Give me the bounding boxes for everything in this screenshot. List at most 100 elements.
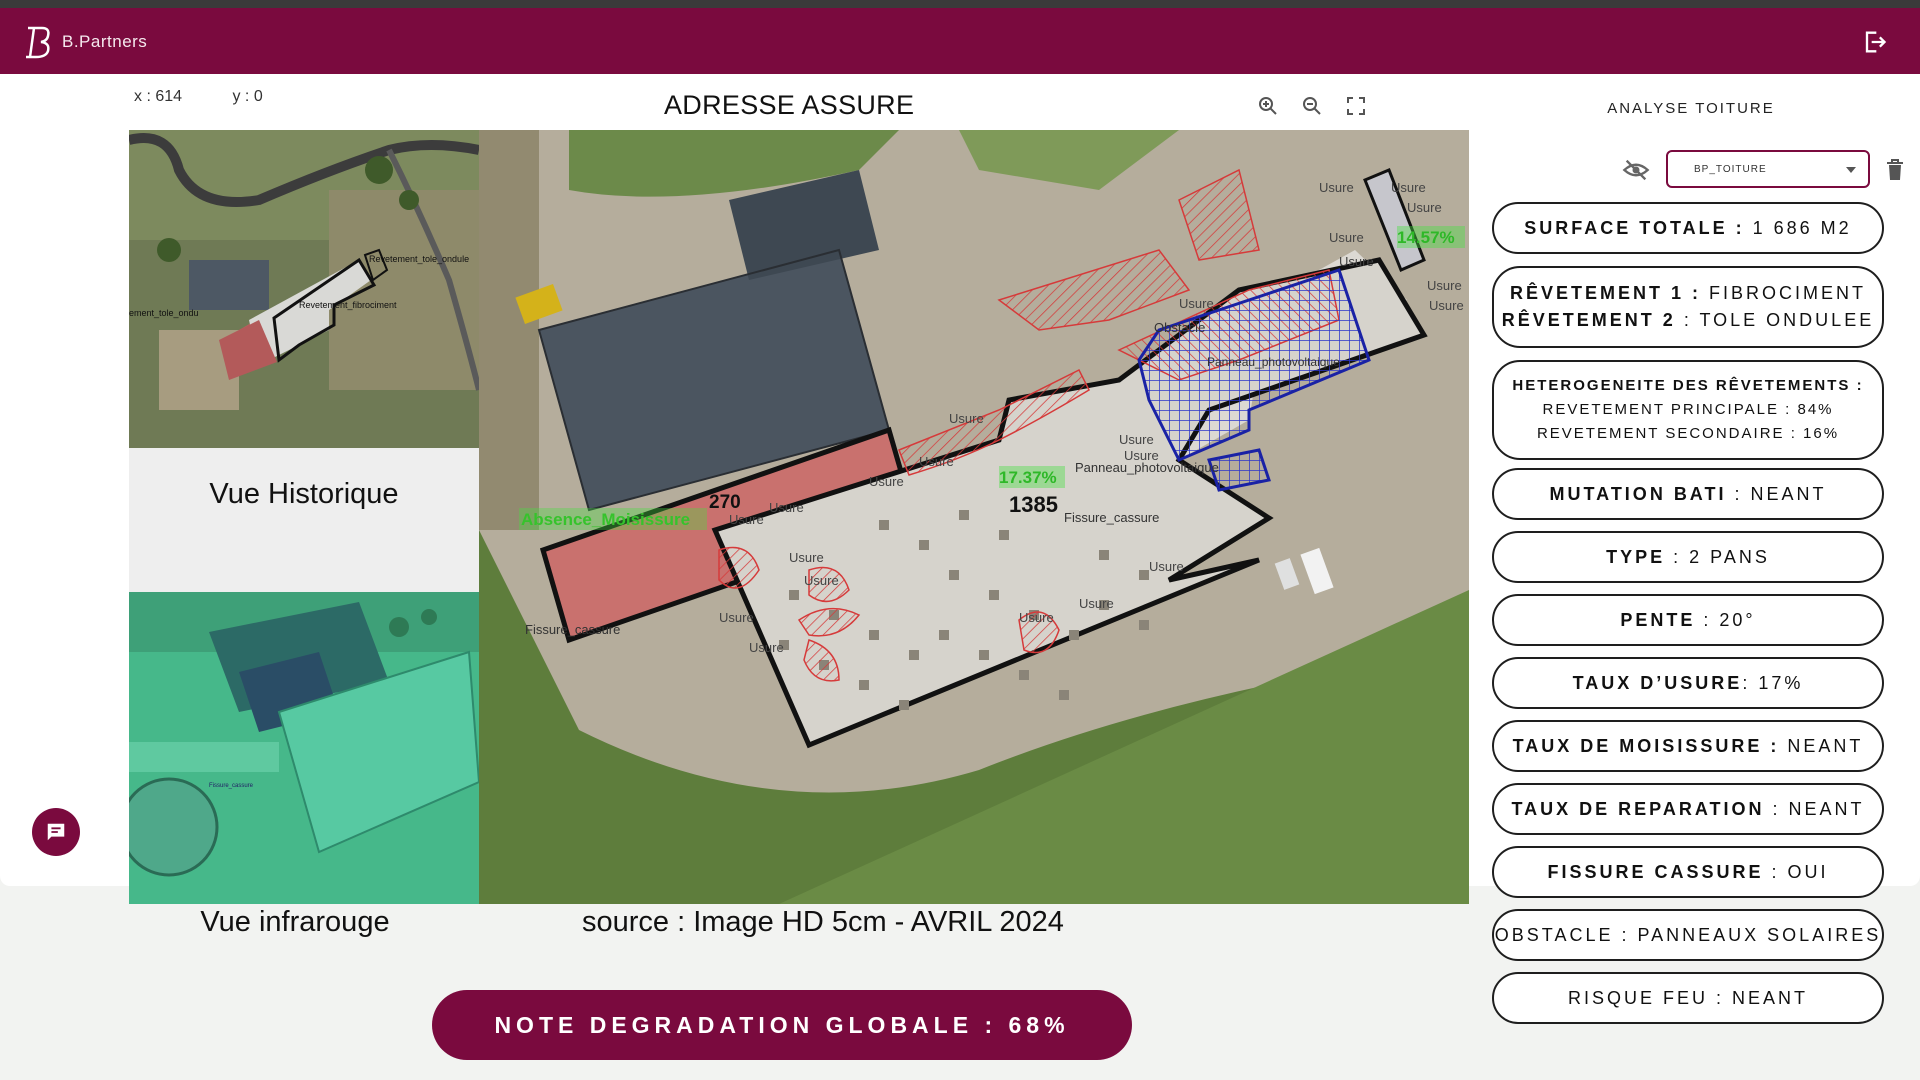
logout-icon[interactable] — [1860, 28, 1888, 56]
label-usure: Usure — [1124, 448, 1159, 463]
stat-surface: SURFACE TOTALE : 1 686 M2 — [1492, 202, 1884, 254]
stat-type-label: TYPE — [1606, 546, 1666, 567]
stat-type-value: : 2 PANS — [1665, 546, 1770, 567]
historical-view-image[interactable]: Revetement_tole_ondule Revetement_fibroc… — [129, 130, 479, 448]
label-usure: Usure — [1119, 432, 1154, 447]
label-usure: Usure — [1391, 180, 1426, 195]
stat-pente-label: PENTE — [1620, 609, 1696, 630]
stat-surface-value: 1 686 M2 — [1744, 217, 1852, 238]
label-area-1385: 1385 — [1009, 492, 1058, 517]
label-usure: Usure — [1149, 559, 1184, 574]
label-pct-main: 17.37% — [999, 468, 1057, 487]
label-panneau-top: Panneau_photovoltaique — [1207, 355, 1340, 369]
top-border — [0, 0, 1920, 8]
stat-pente: PENTE : 20° — [1492, 594, 1884, 646]
label-usure: Usure — [949, 411, 984, 426]
stat-heterogeneite-line1: REVETEMENT PRINCIPALE : 84% — [1542, 401, 1834, 418]
stat-type: TYPE : 2 PANS — [1492, 531, 1884, 583]
label-usure: Usure — [769, 500, 804, 515]
stat-fissure-label: FISSURE CASSURE — [1547, 861, 1764, 882]
stat-fissure-value: : OUI — [1763, 861, 1829, 882]
label-fissure-left: Fissure_cassure — [525, 622, 620, 637]
label-usure: Usure — [1319, 180, 1354, 195]
x-coordinate: x : 614 — [134, 88, 183, 105]
label-fissure-main: Fissure_cassure — [1064, 510, 1159, 525]
infrared-view-image[interactable]: Fissure_cassure — [129, 592, 479, 904]
aerial-map[interactable]: Absence_Moisissure 270 1385 17.37% 14.57… — [479, 130, 1469, 904]
label-usure: Usure — [789, 550, 824, 565]
label-usure: Usure — [729, 512, 764, 527]
stat-mutation-value: : NEANT — [1726, 483, 1827, 504]
stat-heterogeneite: HETEROGENEITE DES RÊVETEMENTS : REVETEME… — [1492, 360, 1884, 460]
historical-view-label: Vue Historique — [209, 478, 399, 510]
chat-icon — [47, 823, 65, 841]
label-usure: Usure — [1407, 200, 1442, 215]
zoom-in-icon[interactable] — [1256, 94, 1280, 118]
stat-risque-feu-value: RISQUE FEU : NEANT — [1567, 987, 1809, 1008]
y-coordinate: y : 0 — [232, 88, 263, 105]
global-degradation-button[interactable]: NOTE DEGRADATION GLOBALE : 68% — [432, 990, 1132, 1060]
stat-reparation: TAUX DE REPARATION : NEANT — [1492, 783, 1884, 835]
stat-revetement2-label: RÊVETEMENT 2 — [1501, 310, 1676, 330]
stat-heterogeneite-line2: REVETEMENT SECONDAIRE : 16% — [1536, 425, 1840, 442]
navbar: B.Partners — [0, 8, 1920, 74]
stat-reparation-label: TAUX DE REPARATION — [1511, 798, 1765, 819]
layer-select-value: BP_TOITURE — [1694, 163, 1767, 175]
label-usure: Usure — [1079, 596, 1114, 611]
hist-label-tole-left: ement_tole_ondu — [129, 308, 199, 318]
stat-reparation-value: : NEANT — [1764, 798, 1865, 819]
label-usure: Usure — [1019, 610, 1054, 625]
stat-pente-value: : 20° — [1695, 609, 1756, 630]
stat-fissure: FISSURE CASSURE : OUI — [1492, 846, 1884, 898]
stat-revetement2-value: : TOLE ONDULEE — [1675, 310, 1875, 330]
stat-moisissure: TAUX DE MOISISSURE : NEANT — [1492, 720, 1884, 772]
stat-usure-value: : 17% — [1742, 672, 1804, 693]
infrared-view-label: Vue infrarouge — [200, 906, 390, 938]
visibility-off-icon[interactable] — [1622, 156, 1650, 184]
label-usure: Usure — [1179, 296, 1214, 311]
trash-icon[interactable] — [1884, 158, 1906, 182]
chevron-down-icon — [1846, 167, 1856, 173]
fullscreen-icon[interactable] — [1344, 94, 1368, 118]
label-usure: Usure — [719, 610, 754, 625]
label-pct-side: 14.57% — [1397, 228, 1455, 247]
tab-analyse-toiture[interactable]: ANALYSE TOITURE — [1596, 88, 1786, 128]
label-usure: Usure — [1427, 278, 1462, 293]
stat-mutation: MUTATION BATI : NEANT — [1492, 468, 1884, 520]
historical-view-panel: Vue Historique — [129, 448, 479, 592]
brand-logo-icon — [26, 26, 50, 59]
ir-label-fissure: Fissure_cassure — [209, 783, 254, 789]
stat-usure-label: TAUX D’USURE — [1572, 672, 1743, 693]
label-usure: Usure — [1329, 230, 1364, 245]
zoom-out-icon[interactable] — [1300, 94, 1324, 118]
map-toolbar — [1256, 94, 1368, 118]
stat-mutation-label: MUTATION BATI — [1549, 483, 1727, 504]
label-area-270: 270 — [709, 492, 741, 513]
layer-select[interactable]: BP_TOITURE — [1666, 150, 1870, 188]
stat-usure: TAUX D’USURE: 17% — [1492, 657, 1884, 709]
label-usure: Usure — [804, 573, 839, 588]
page-title: ADRESSE ASSURE — [664, 90, 915, 120]
stat-revetements: RÊVETEMENT 1 : FIBROCIMENT RÊVETEMENT 2 … — [1492, 266, 1884, 348]
hist-label-tole: Revetement_tole_ondule — [369, 254, 469, 264]
label-usure: Usure — [749, 640, 784, 655]
stat-heterogeneite-label: HETEROGENEITE DES RÊVETEMENTS : — [1512, 377, 1864, 394]
stat-obstacle: OBSTACLE : PANNEAUX SOLAIRES — [1492, 909, 1884, 961]
label-usure: Usure — [869, 474, 904, 489]
image-source-label: source : Image HD 5cm - AVRIL 2024 — [582, 906, 1064, 938]
label-usure: Usure — [1429, 298, 1464, 313]
hist-label-fibro: Revetement_fibrociment — [299, 300, 397, 310]
stat-moisissure-label: TAUX DE MOISISSURE : — [1512, 735, 1780, 756]
stat-surface-label: SURFACE TOTALE : — [1524, 217, 1745, 238]
stat-revetement1-value: FIBROCIMENT — [1701, 283, 1867, 303]
logo[interactable]: B.Partners — [22, 24, 147, 60]
stat-revetement1-label: RÊVETEMENT 1 : — [1509, 283, 1702, 303]
label-absence-moisissure: Absence_Moisissure — [521, 510, 690, 529]
chat-button[interactable] — [32, 808, 80, 856]
label-usure: Usure — [1339, 254, 1374, 269]
brand-name: B.Partners — [62, 32, 148, 51]
cursor-coordinates: x : 614 y : 0 — [134, 88, 309, 106]
stat-risque-feu: RISQUE FEU : NEANT — [1492, 972, 1884, 1024]
label-obstacle: Obstacle — [1154, 320, 1205, 335]
stat-obstacle-value: OBSTACLE : PANNEAUX SOLAIRES — [1494, 924, 1882, 945]
